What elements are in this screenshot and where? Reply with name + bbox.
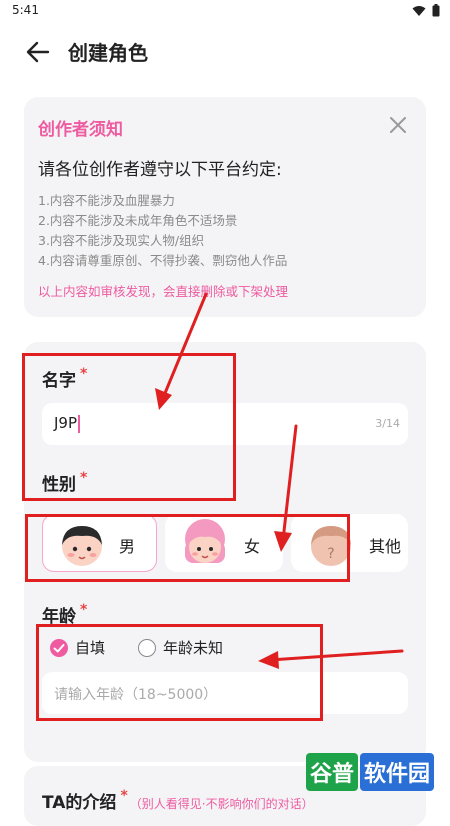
- annotation-arrow-name: [161, 292, 208, 400]
- annotation-arrows: [155, 292, 404, 669]
- annotation-arrowhead: [155, 388, 172, 410]
- annotation-arrowhead: [274, 531, 292, 552]
- watermark-logo: 谷普 软件园: [306, 750, 440, 794]
- watermark-text: 软件园: [360, 753, 435, 791]
- watermark-text: 谷普: [306, 753, 359, 791]
- annotation-arrow-gender: [281, 424, 298, 542]
- annotation-arrow-age: [268, 649, 404, 662]
- annotation-arrowhead: [258, 651, 279, 669]
